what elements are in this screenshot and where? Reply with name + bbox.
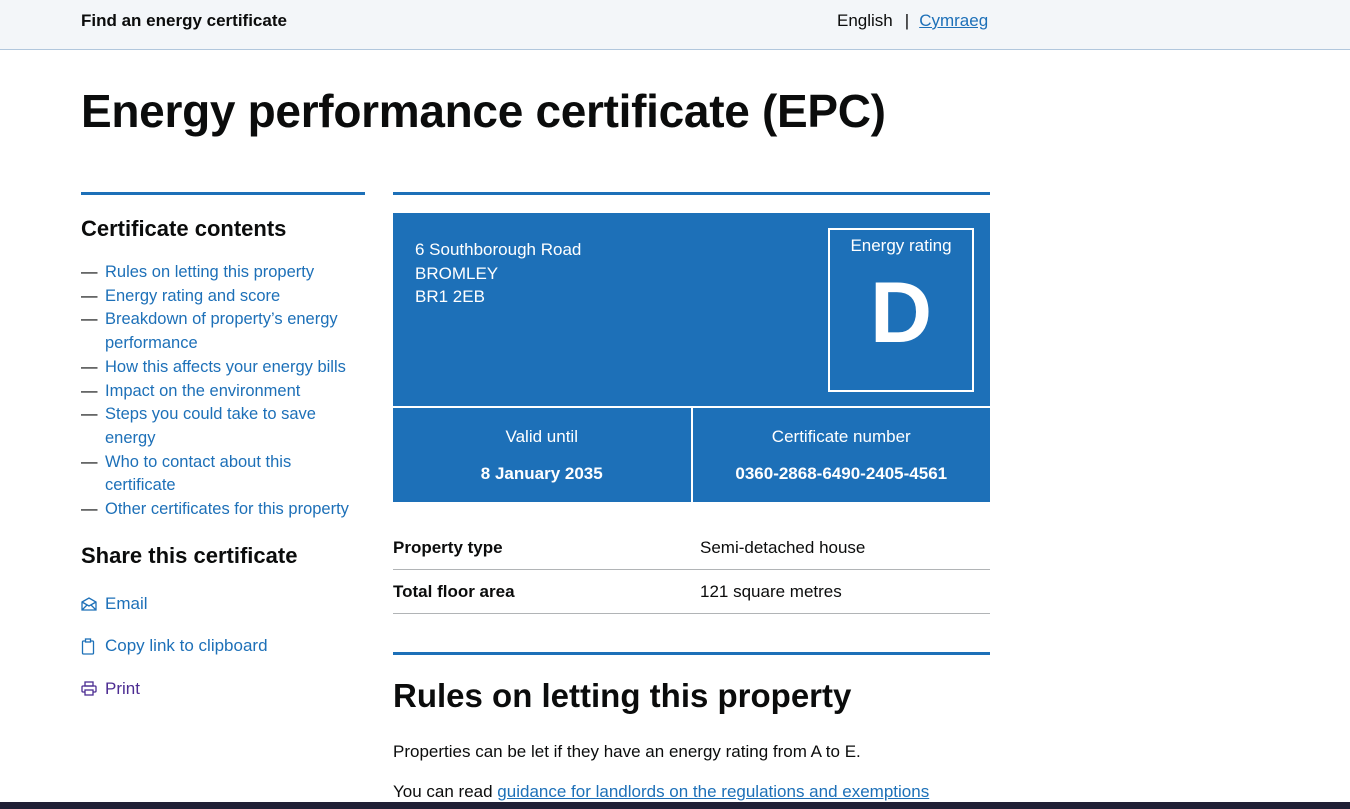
contents-link-contact[interactable]: Who to contact about this certificate — [105, 451, 365, 498]
contents-item: — Impact on the environment — [81, 380, 365, 404]
letting-section-heading: Rules on letting this property — [393, 677, 852, 714]
section-divider — [393, 652, 990, 655]
epc-card-bottom: Valid until 8 January 2035 Certificate n… — [393, 408, 990, 502]
floor-area-value: 121 square metres — [700, 581, 842, 601]
contents-link-steps-save[interactable]: Steps you could take to save energy — [105, 403, 365, 450]
dash: — — [81, 500, 98, 519]
language-cymraeg-link[interactable]: Cymraeg — [919, 11, 988, 31]
language-english: English — [837, 11, 893, 30]
address-line-2: BROMLEY — [415, 263, 499, 283]
landlord-guidance-link[interactable]: guidance for landlords on the regulation… — [497, 782, 929, 801]
letting-guidance-paragraph: You can read guidance for landlords on t… — [393, 782, 990, 802]
clipboard-icon — [81, 638, 105, 655]
address-line-1: 6 Southborough Road — [415, 240, 582, 259]
energy-rating-label: Energy rating — [850, 236, 952, 255]
dash: — — [81, 310, 98, 329]
share-item-print: Print — [81, 668, 365, 711]
contents-link-environment[interactable]: Impact on the environment — [105, 380, 300, 404]
share-item-copy: Copy link to clipboard — [81, 625, 365, 668]
envelope-icon — [81, 597, 105, 611]
language-switcher: English | Cymraeg — [837, 11, 988, 31]
taskbar-edge — [0, 802, 1350, 809]
printer-icon — [81, 681, 105, 697]
contents-item: — Steps you could take to save energy — [81, 403, 365, 450]
contents-link-energy-rating[interactable]: Energy rating and score — [105, 285, 280, 309]
main-content: 6 Southborough Road BROMLEY BR1 2EB Ener… — [393, 192, 990, 802]
contents-list: — Rules on letting this property — Energy … — [81, 261, 365, 522]
service-name-link[interactable]: Find an energy certificate — [81, 11, 287, 31]
sidebar: Certificate contents — Rules on letting t… — [81, 192, 365, 710]
valid-until-value: 8 January 2035 — [480, 464, 603, 483]
certificate-number-cell: Certificate number 0360-2868-6490-2405-4… — [690, 408, 991, 502]
epc-summary-card: 6 Southborough Road BROMLEY BR1 2EB Ener… — [393, 213, 990, 502]
contents-item: — Other certificates for this property — [81, 498, 365, 522]
property-address: 6 Southborough Road BROMLEY BR1 2EB — [415, 238, 581, 309]
contents-link-energy-bills[interactable]: How this affects your energy bills — [105, 356, 346, 380]
property-type-label: Property type — [393, 537, 503, 557]
address-line-3: BR1 2EB — [415, 287, 485, 307]
dash: — — [81, 405, 98, 424]
energy-rating-letter: D — [869, 265, 933, 361]
contents-item: — Rules on letting this property — [81, 261, 365, 285]
contents-heading: Certificate contents — [81, 216, 287, 241]
section-divider — [393, 192, 990, 195]
energy-rating-box: Energy rating D — [828, 228, 974, 392]
share-list: Email Copy link to clipboard Print — [81, 583, 365, 711]
epc-card-top: 6 Southborough Road BROMLEY BR1 2EB Ener… — [393, 213, 990, 408]
contents-item: — How this affects your energy bills — [81, 356, 365, 380]
dash: — — [81, 263, 98, 281]
letting-paragraph: Properties can be let if they have an en… — [393, 742, 861, 761]
certificate-number-value: 0360-2868-6490-2405-4561 — [735, 464, 948, 483]
contents-link-other-certificates[interactable]: Other certificates for this property — [105, 498, 349, 522]
share-print-link[interactable]: Print — [105, 679, 140, 699]
dash: — — [81, 286, 98, 305]
guidance-prefix: You can read — [393, 782, 498, 801]
share-heading: Share this certificate — [81, 542, 298, 568]
valid-until-cell: Valid until 8 January 2035 — [393, 408, 691, 502]
contents-item: — Energy rating and score — [81, 285, 365, 309]
share-copy-link[interactable]: Copy link to clipboard — [105, 636, 268, 656]
contents-item: — Breakdown of property’s energy performa… — [81, 308, 365, 355]
share-item-email: Email — [81, 583, 365, 626]
contents-item: — Who to contact about this certificate — [81, 451, 365, 498]
page-title: Energy performance certificate (EPC) — [81, 85, 886, 137]
property-type-value: Semi-detached house — [700, 537, 866, 557]
dash: — — [81, 381, 98, 400]
summary-row-floor-area: Total floor area 121 square metres — [393, 570, 990, 614]
floor-area-label: Total floor area — [393, 581, 515, 601]
valid-until-label: Valid until — [505, 427, 578, 446]
dash: — — [81, 357, 98, 376]
summary-row-property-type: Property type Semi-detached house — [393, 526, 990, 570]
contents-link-breakdown[interactable]: Breakdown of property’s energy performan… — [105, 308, 365, 355]
contents-link-rules-letting[interactable]: Rules on letting this property — [105, 261, 314, 285]
share-email-link[interactable]: Email — [105, 594, 148, 614]
property-summary-list: Property type Semi-detached house Total … — [393, 526, 990, 614]
language-separator: | — [904, 11, 910, 30]
dash: — — [81, 452, 98, 471]
certificate-number-label: Certificate number — [771, 427, 911, 446]
site-header: Find an energy certificate English | Cym… — [0, 0, 1350, 50]
